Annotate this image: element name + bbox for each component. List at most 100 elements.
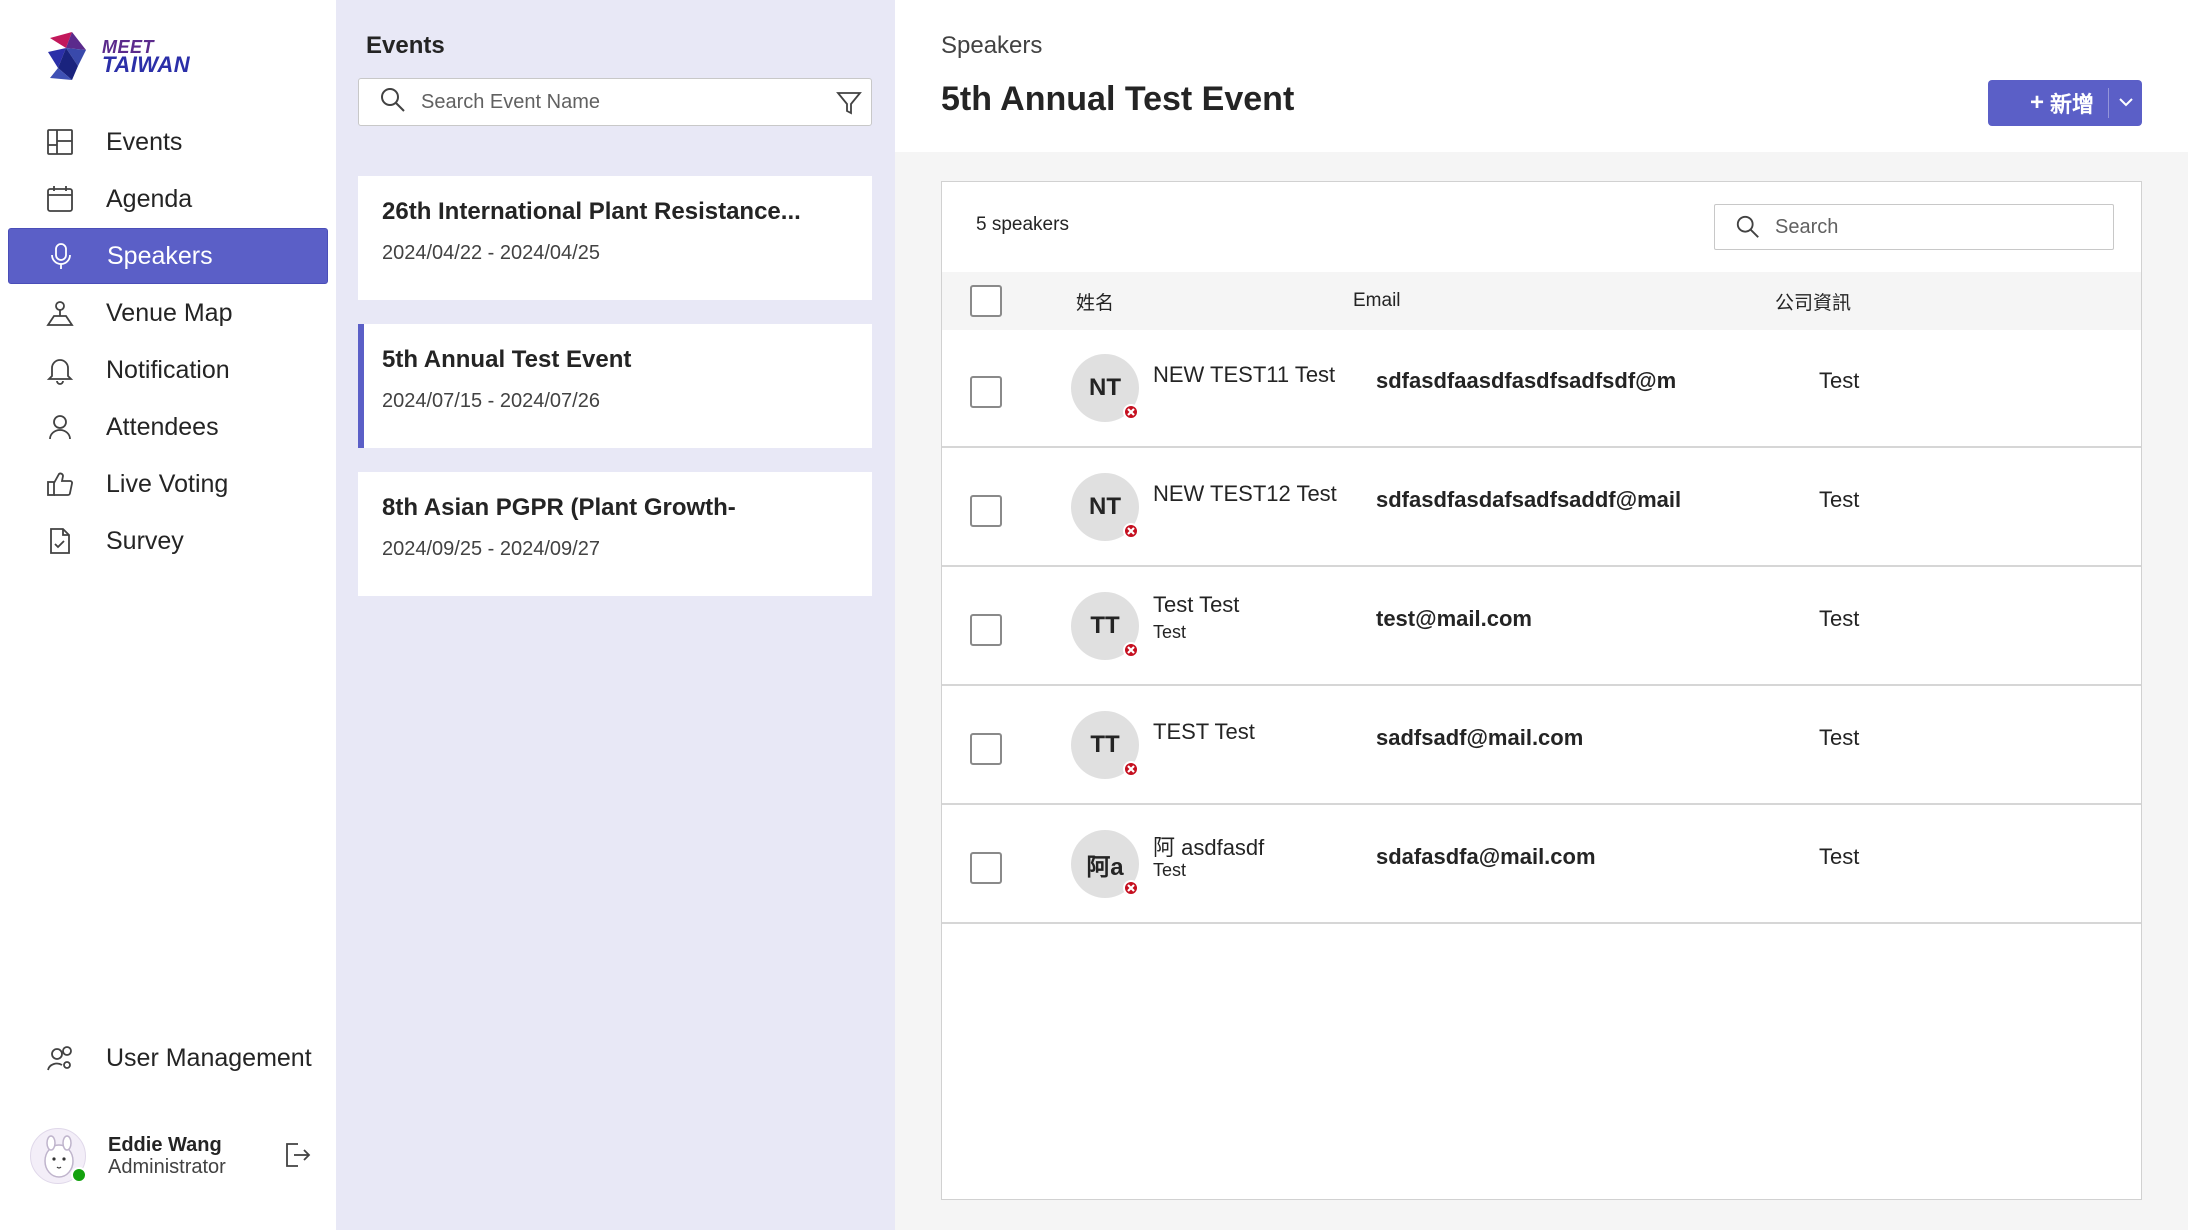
nav-label-speakers: Speakers — [107, 241, 213, 270]
avatar-initials: NT — [1089, 493, 1121, 520]
main-content: Speakers 5th Annual Test Event + 新增 5 sp… — [895, 0, 2188, 1230]
avatar-initials: 阿a — [1086, 853, 1124, 881]
status-busy-icon — [1123, 880, 1139, 896]
avatar-initials: NT — [1089, 374, 1121, 401]
people-settings-icon — [44, 1042, 76, 1074]
nav-label-venue-map: Venue Map — [106, 298, 233, 327]
nav-item-notification[interactable]: Notification — [8, 342, 328, 398]
chevron-down-icon[interactable] — [2116, 92, 2136, 112]
logo-line2: TAIWAN — [102, 52, 191, 77]
filter-icon[interactable] — [835, 89, 863, 117]
nav-item-attendees[interactable]: Attendees — [8, 399, 328, 455]
nav-item-agenda[interactable]: Agenda — [8, 171, 328, 227]
search-icon — [379, 86, 407, 119]
speaker-name[interactable]: 阿 asdfasdf — [1153, 830, 1264, 862]
column-header-company[interactable]: 公司資訊 — [1775, 288, 1851, 315]
speaker-company: Test — [1819, 606, 1860, 631]
logo-mark-icon — [48, 32, 86, 80]
event-name: 5th Annual Test Event — [382, 346, 632, 373]
event-card[interactable]: 26th International Plant Resistance... 2… — [358, 176, 872, 300]
event-dates: 2024/04/22 - 2024/04/25 — [382, 242, 600, 264]
nav-label-events: Events — [106, 127, 183, 156]
event-card[interactable]: 8th Asian PGPR (Plant Growth- 2024/09/25… — [358, 472, 872, 596]
nav-item-user-management[interactable]: User Management — [8, 1030, 328, 1086]
speaker-subtitle: Test — [1153, 622, 1187, 642]
nav-item-venue-map[interactable]: Venue Map — [8, 285, 328, 341]
event-dates: 2024/09/25 - 2024/09/27 — [382, 538, 600, 560]
row-checkbox[interactable] — [970, 852, 1002, 884]
speaker-name[interactable]: TEST Test — [1153, 719, 1255, 745]
speaker-count: 5 speakers — [976, 214, 1069, 235]
table-row[interactable]: NT NEW TEST11 Test sdfasdfaasdfasdfsadfs… — [942, 330, 2141, 448]
speaker-email: sadfsadf@mail.com — [1376, 725, 1584, 750]
profile-text: Eddie Wang Administrator — [108, 1134, 226, 1178]
nav-item-live-voting[interactable]: Live Voting — [8, 456, 328, 512]
row-checkbox[interactable] — [970, 376, 1002, 408]
person-icon — [44, 411, 76, 443]
avatar: TT — [1071, 592, 1139, 660]
table-row[interactable]: NT NEW TEST12 Test sdfasdfasdafsadfsaddf… — [942, 449, 2141, 567]
speaker-company: Test — [1819, 487, 1860, 512]
table-row[interactable]: TT TEST Test sadfsadf@mail.com Test — [942, 687, 2141, 805]
add-button-label: 新增 — [2050, 92, 2095, 117]
speaker-search-box[interactable] — [1714, 204, 2114, 250]
avatar: 阿a — [1071, 830, 1139, 898]
table-row[interactable]: TT Test Test Test test@mail.com Test — [942, 568, 2141, 686]
logo-text: MEET TAIWAN — [102, 38, 191, 77]
status-busy-icon — [1123, 642, 1139, 658]
map-pin-icon — [44, 297, 76, 329]
event-name: 8th Asian PGPR (Plant Growth- — [382, 494, 736, 521]
column-header-email[interactable]: Email — [1353, 290, 1401, 312]
thumbs-up-icon — [44, 468, 76, 500]
nav-label-agenda: Agenda — [106, 184, 193, 213]
nav-item-events[interactable]: Events — [8, 114, 328, 170]
nav-item-speakers[interactable]: Speakers — [8, 228, 328, 284]
page-title: 5th Annual Test Event — [941, 80, 1295, 118]
event-search-input[interactable] — [421, 90, 821, 114]
nav-label-attendees: Attendees — [106, 412, 219, 441]
user-profile[interactable]: Eddie Wang Administrator — [30, 1126, 320, 1186]
meet-taiwan-logo[interactable]: MEET TAIWAN — [42, 28, 192, 84]
speaker-name[interactable]: NEW TEST11 Test — [1153, 362, 1335, 388]
row-checkbox[interactable] — [970, 495, 1002, 527]
row-checkbox[interactable] — [970, 614, 1002, 646]
speaker-email: test@mail.com — [1376, 606, 1532, 631]
speaker-search-input[interactable] — [1775, 215, 2095, 239]
table-row[interactable]: 阿a 阿 asdfasdf Test sdafasdfa@mail.com Te… — [942, 806, 2141, 924]
select-all-checkbox[interactable] — [970, 285, 1002, 317]
profile-name: Eddie Wang — [108, 1134, 222, 1156]
speaker-email: sdfasdfaasdfasdfsadfsdf@m — [1376, 368, 1677, 393]
speaker-company: Test — [1819, 725, 1860, 750]
speaker-email: sdfasdfasdafsadfsaddf@mail — [1376, 487, 1682, 512]
status-busy-icon — [1123, 761, 1139, 777]
event-card-selected[interactable]: 5th Annual Test Event 2024/07/15 - 2024/… — [358, 324, 872, 448]
sign-out-icon[interactable] — [282, 1140, 312, 1170]
avatar-initials: TT — [1090, 731, 1120, 758]
column-header-name[interactable]: 姓名 — [1076, 288, 1114, 315]
breadcrumb: Speakers — [941, 32, 1043, 59]
row-checkbox[interactable] — [970, 733, 1002, 765]
main-header: Speakers 5th Annual Test Event + 新增 — [895, 0, 2188, 152]
microphone-icon — [45, 240, 77, 272]
calendar-icon — [44, 183, 76, 215]
add-button[interactable]: + 新增 — [1988, 80, 2142, 126]
nav-item-survey[interactable]: Survey — [8, 513, 328, 569]
speaker-subtitle: Test — [1153, 860, 1187, 880]
nav-label-live-voting: Live Voting — [106, 469, 229, 498]
user-management-section: User Management — [8, 1030, 328, 1087]
event-search-box[interactable] — [358, 78, 872, 126]
profile-role: Administrator — [108, 1156, 226, 1178]
events-title: Events — [366, 32, 445, 59]
avatar-initials: TT — [1090, 612, 1120, 639]
speaker-name[interactable]: Test Test — [1153, 592, 1239, 618]
search-icon — [1736, 215, 1759, 238]
speaker-email: sdafasdfa@mail.com — [1376, 844, 1596, 869]
avatar[interactable] — [30, 1128, 87, 1184]
nav-label-notification: Notification — [106, 355, 230, 384]
split-divider — [2108, 88, 2109, 118]
speaker-name[interactable]: NEW TEST12 Test — [1153, 481, 1337, 507]
plus-icon: + — [2030, 89, 2045, 116]
layout-icon — [44, 126, 76, 158]
survey-document-icon — [44, 525, 76, 557]
speaker-company: Test — [1819, 844, 1860, 869]
